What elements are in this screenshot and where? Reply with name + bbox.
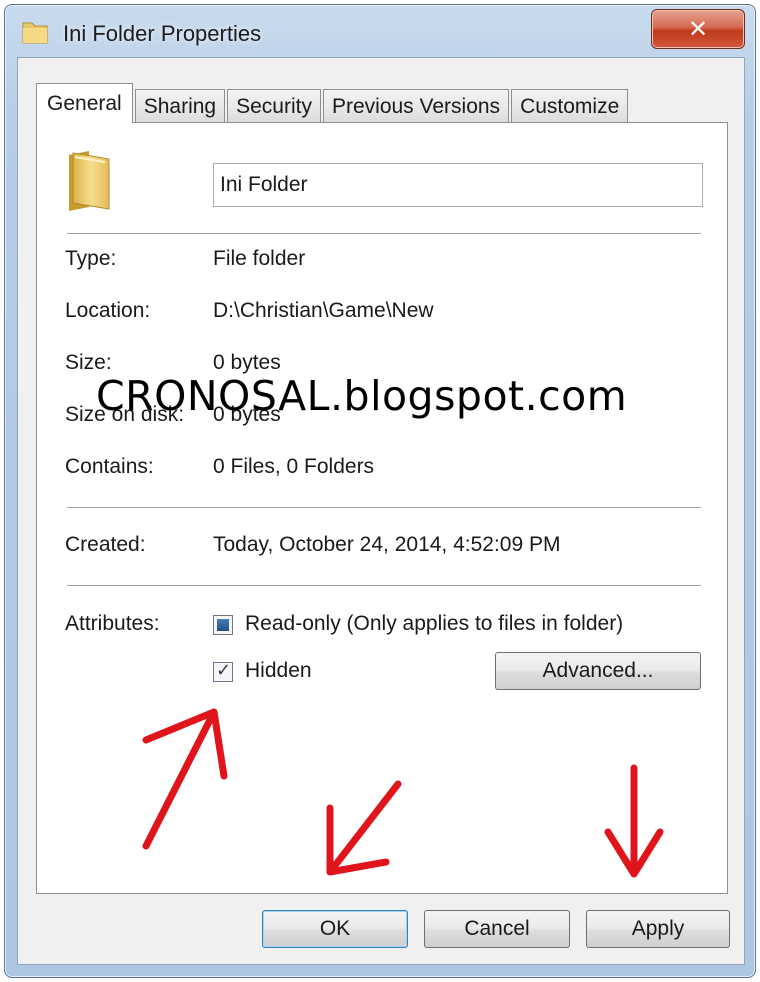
divider: [67, 233, 701, 234]
readonly-checkbox-label[interactable]: Read-only (Only applies to files in fold…: [245, 612, 623, 636]
contains-value: 0 Files, 0 Folders: [213, 455, 375, 478]
checkmark-icon: ✓: [216, 660, 232, 681]
readonly-checkbox[interactable]: [213, 615, 233, 635]
close-icon: ✕: [687, 15, 709, 43]
created-label: Created:: [65, 533, 146, 556]
cancel-button[interactable]: Cancel: [424, 910, 570, 948]
folder-name-field[interactable]: [213, 163, 703, 207]
divider: [67, 585, 701, 586]
folder-icon: [22, 22, 48, 44]
general-tab-panel: Type: File folder Location: D:\Christian…: [36, 122, 728, 894]
type-value: File folder: [213, 247, 306, 270]
location-label: Location:: [65, 299, 151, 322]
type-label: Type:: [65, 247, 117, 270]
close-button[interactable]: ✕: [651, 9, 745, 49]
created-value: Today, October 24, 2014, 4:52:09 PM: [213, 533, 561, 556]
attributes-label: Attributes:: [65, 612, 160, 635]
window-title: Ini Folder Properties: [63, 21, 262, 46]
folder-large-icon: [69, 151, 110, 211]
location-value: D:\Christian\Game\New: [213, 299, 434, 322]
dialog-body: General Sharing Security Previous Versio…: [17, 57, 745, 965]
watermark-text: CRONOSAL.blogspot.com: [96, 372, 628, 420]
tab-strip: General Sharing Security Previous Versio…: [36, 83, 630, 123]
hidden-checkbox-label[interactable]: Hidden: [245, 659, 312, 683]
divider: [67, 507, 701, 508]
advanced-button[interactable]: Advanced...: [495, 652, 701, 690]
tab-sharing[interactable]: Sharing: [134, 89, 226, 123]
contains-label: Contains:: [65, 455, 154, 478]
ok-button[interactable]: OK: [262, 910, 408, 948]
tab-general[interactable]: General: [36, 83, 133, 123]
tab-customize[interactable]: Customize: [511, 89, 629, 123]
tab-previous-versions[interactable]: Previous Versions: [322, 89, 510, 123]
properties-window: Ini Folder Properties ✕ General Sharing …: [4, 4, 756, 978]
tab-security[interactable]: Security: [227, 89, 321, 123]
hidden-checkbox[interactable]: ✓: [213, 660, 233, 682]
apply-button[interactable]: Apply: [586, 910, 730, 948]
